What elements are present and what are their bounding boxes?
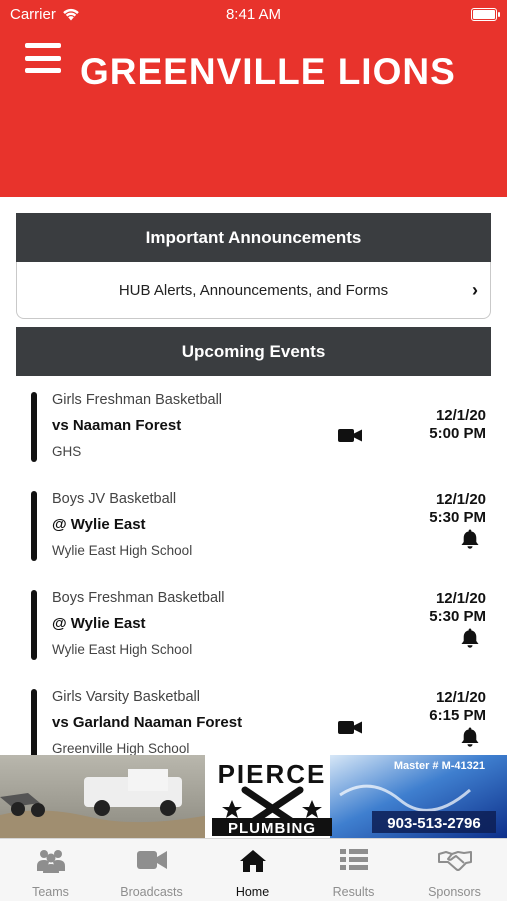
event-date: 12/1/20 (435, 689, 486, 706)
event-time: 5:30 PM (429, 608, 486, 625)
tab-label: Broadcasts (120, 885, 183, 899)
tab-sponsors[interactable]: Sponsors (404, 839, 505, 901)
event-item[interactable]: Boys Freshman Basketball @ Wylie East Wy… (16, 582, 491, 681)
list-icon (339, 849, 368, 870)
event-date: 12/1/20 (435, 407, 486, 424)
event-sport: Girls Freshman Basketball (52, 392, 223, 408)
tab-broadcasts[interactable]: Broadcasts (101, 839, 202, 901)
sponsor-subtitle: PLUMBING (228, 820, 316, 837)
sponsor-license: Master # M-41321 (394, 760, 485, 772)
tab-bar: Teams Broadcasts Home Results Sponsors (0, 838, 507, 901)
announcements-card: Important Announcements HUB Alerts, Anno… (16, 213, 491, 319)
hub-alerts-label: HUB Alerts, Announcements, and Forms (118, 282, 389, 299)
tab-teams[interactable]: Teams (0, 839, 101, 901)
app-header: Carrier 8:41 AM GREENVILLE LIONS (0, 0, 507, 197)
sponsor-banner-image: PIERCE PLUMBING Master # M-41321 903-513… (0, 755, 507, 838)
event-accent-bar (31, 491, 37, 561)
handshake-icon (437, 851, 472, 871)
event-date: 12/1/20 (435, 590, 486, 607)
chevron-right-icon: › (472, 280, 478, 300)
event-opponent: vs Garland Naaman Forest (52, 714, 243, 731)
event-opponent: vs Naaman Forest (52, 417, 182, 434)
event-time: 5:00 PM (429, 425, 486, 442)
event-sport: Boys JV Basketball (52, 491, 177, 507)
event-sport: Boys Freshman Basketball (52, 590, 225, 606)
event-opponent: @ Wylie East (52, 615, 146, 632)
event-item[interactable]: Girls Freshman Basketball vs Naaman Fore… (16, 384, 491, 483)
event-time: 6:15 PM (429, 707, 486, 724)
home-icon (239, 850, 266, 872)
event-date: 12/1/20 (435, 491, 486, 508)
tab-label: Home (235, 885, 270, 899)
tab-label: Teams (32, 885, 69, 899)
tab-label: Results (332, 885, 375, 899)
event-location: Wylie East High School (52, 543, 193, 558)
event-accent-bar (31, 590, 37, 660)
video-camera-icon (136, 851, 167, 869)
video-camera-icon[interactable] (338, 720, 362, 735)
teams-icon (36, 850, 65, 873)
tab-label: Sponsors (428, 885, 481, 899)
event-accent-bar (31, 689, 37, 759)
event-location: Wylie East High School (52, 642, 193, 657)
event-time: 5:30 PM (429, 509, 486, 526)
event-location: GHS (52, 444, 82, 459)
bell-icon[interactable] (459, 528, 481, 550)
announcements-heading: Important Announcements (16, 213, 491, 262)
status-bar: Carrier 8:41 AM (0, 0, 507, 28)
hub-alerts-link[interactable]: HUB Alerts, Announcements, and Forms › (16, 262, 491, 319)
event-location: Greenville High School (52, 741, 190, 756)
tab-home[interactable]: Home (202, 839, 303, 901)
hamburger-menu-icon[interactable] (25, 43, 61, 73)
event-accent-bar (31, 392, 37, 462)
upcoming-events-heading: Upcoming Events (16, 327, 491, 376)
event-sport: Girls Varsity Basketball (52, 689, 200, 705)
bell-icon[interactable] (459, 627, 481, 649)
bell-icon[interactable] (459, 726, 481, 748)
page-title: GREENVILLE LIONS (80, 51, 456, 92)
status-time: 8:41 AM (225, 6, 282, 23)
battery-icon (471, 8, 500, 21)
video-camera-icon[interactable] (338, 428, 362, 443)
event-item[interactable]: Boys JV Basketball @ Wylie East Wylie Ea… (16, 483, 491, 582)
sponsor-name: PIERCE (218, 759, 327, 789)
sponsor-phone: 903-513-2796 (387, 815, 480, 832)
tab-results[interactable]: Results (303, 839, 404, 901)
event-opponent: @ Wylie East (52, 516, 146, 533)
sponsor-banner[interactable]: PIERCE PLUMBING Master # M-41321 903-513… (0, 755, 507, 838)
